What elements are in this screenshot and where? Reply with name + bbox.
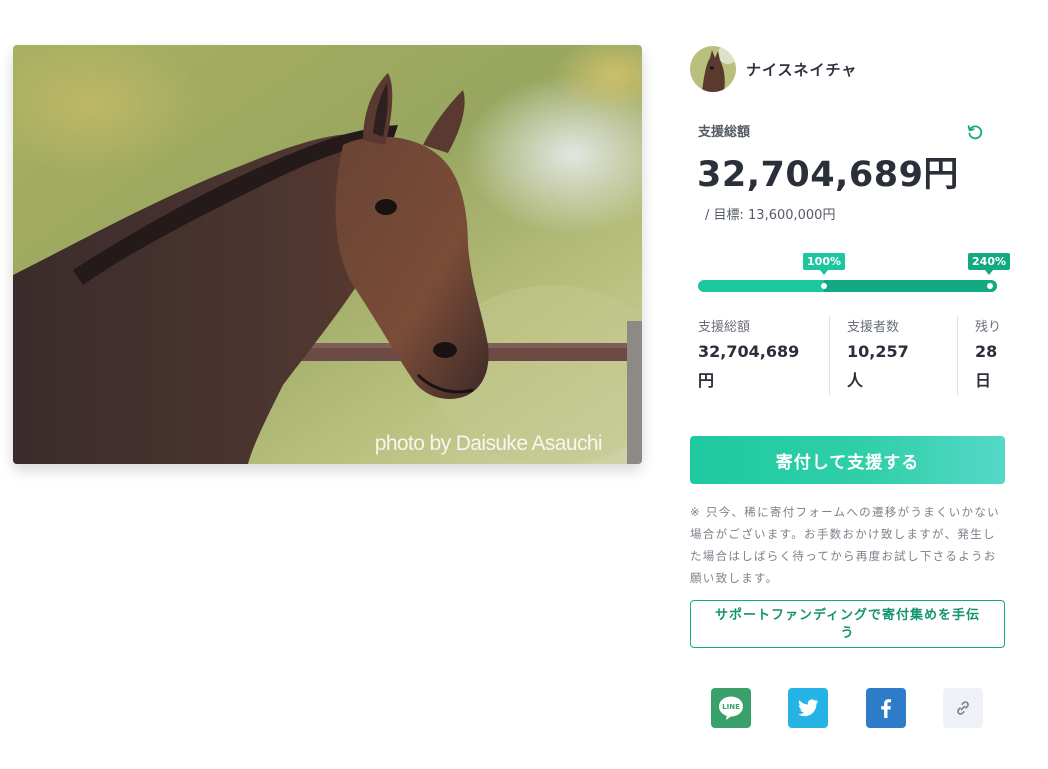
goal-marker-dot <box>821 283 827 289</box>
stats-row: 支援総額 32,704,689 円 支援者数 10,257 人 残り 28 日 <box>698 316 1025 395</box>
stat-supporters: 支援者数 10,257 人 <box>829 316 957 395</box>
stat-remaining-number: 28 <box>975 342 998 361</box>
hero-photo: photo by Daisuke Asauchi <box>13 45 642 464</box>
link-icon <box>957 701 969 715</box>
avatar[interactable] <box>690 46 736 92</box>
funding-progress-bar: 100% 240% <box>698 252 1010 294</box>
current-marker-dot <box>987 283 993 289</box>
photo-credit: photo by Daisuke Asauchi <box>374 432 603 455</box>
facebook-icon <box>881 699 891 718</box>
project-profile[interactable]: ナイスネイチャ <box>690 46 857 92</box>
refresh-icon[interactable] <box>966 123 984 141</box>
donate-button[interactable]: 寄付して支援する <box>690 436 1005 484</box>
progress-track <box>698 280 997 292</box>
current-percent-tag: 240% <box>968 253 1010 275</box>
support-funding-button[interactable]: サポートファンディングで寄付集めを手伝う <box>690 600 1005 648</box>
stat-remaining: 残り 28 日 <box>957 316 1025 395</box>
total-amount-label: 支援総額 <box>698 125 751 140</box>
stat-supporters-value: 10,257 人 <box>847 337 957 395</box>
share-twitter-button[interactable] <box>788 688 828 728</box>
horse-photo-image <box>13 45 642 464</box>
stat-total-value: 32,704,689 円 <box>698 337 829 395</box>
stat-remaining-unit: 日 <box>975 371 992 390</box>
stat-supporters-unit: 人 <box>847 371 864 390</box>
stat-total-unit: 円 <box>698 371 715 390</box>
goal-percent-tag: 100% <box>803 253 845 275</box>
total-amount-value: 32,704,689円 <box>697 155 959 195</box>
stat-total-label: 支援総額 <box>698 320 751 335</box>
donation-notice: ※ 只今、稀に寄付フォームへの遷移がうまくいかない場合がございます。お手数おかけ… <box>690 505 1000 585</box>
project-name[interactable]: ナイスネイチャ <box>746 59 857 80</box>
line-icon: LINE <box>719 696 743 720</box>
stat-total-number: 32,704,689 <box>698 342 800 361</box>
target-amount: / 目標: 13,600,000円 <box>705 208 836 223</box>
stat-remaining-value: 28 日 <box>975 337 1025 395</box>
share-line-button[interactable]: LINE <box>711 688 751 728</box>
copy-link-button[interactable] <box>943 688 983 728</box>
line-icon-label: LINE <box>722 703 740 711</box>
stat-supporters-number: 10,257 <box>847 342 909 361</box>
twitter-icon <box>798 699 818 717</box>
stat-supporters-label: 支援者数 <box>847 320 900 335</box>
share-facebook-button[interactable] <box>866 688 906 728</box>
stat-remaining-label: 残り <box>975 320 1002 335</box>
progress-over-goal-fill <box>824 280 997 292</box>
stat-total: 支援総額 32,704,689 円 <box>698 316 829 395</box>
